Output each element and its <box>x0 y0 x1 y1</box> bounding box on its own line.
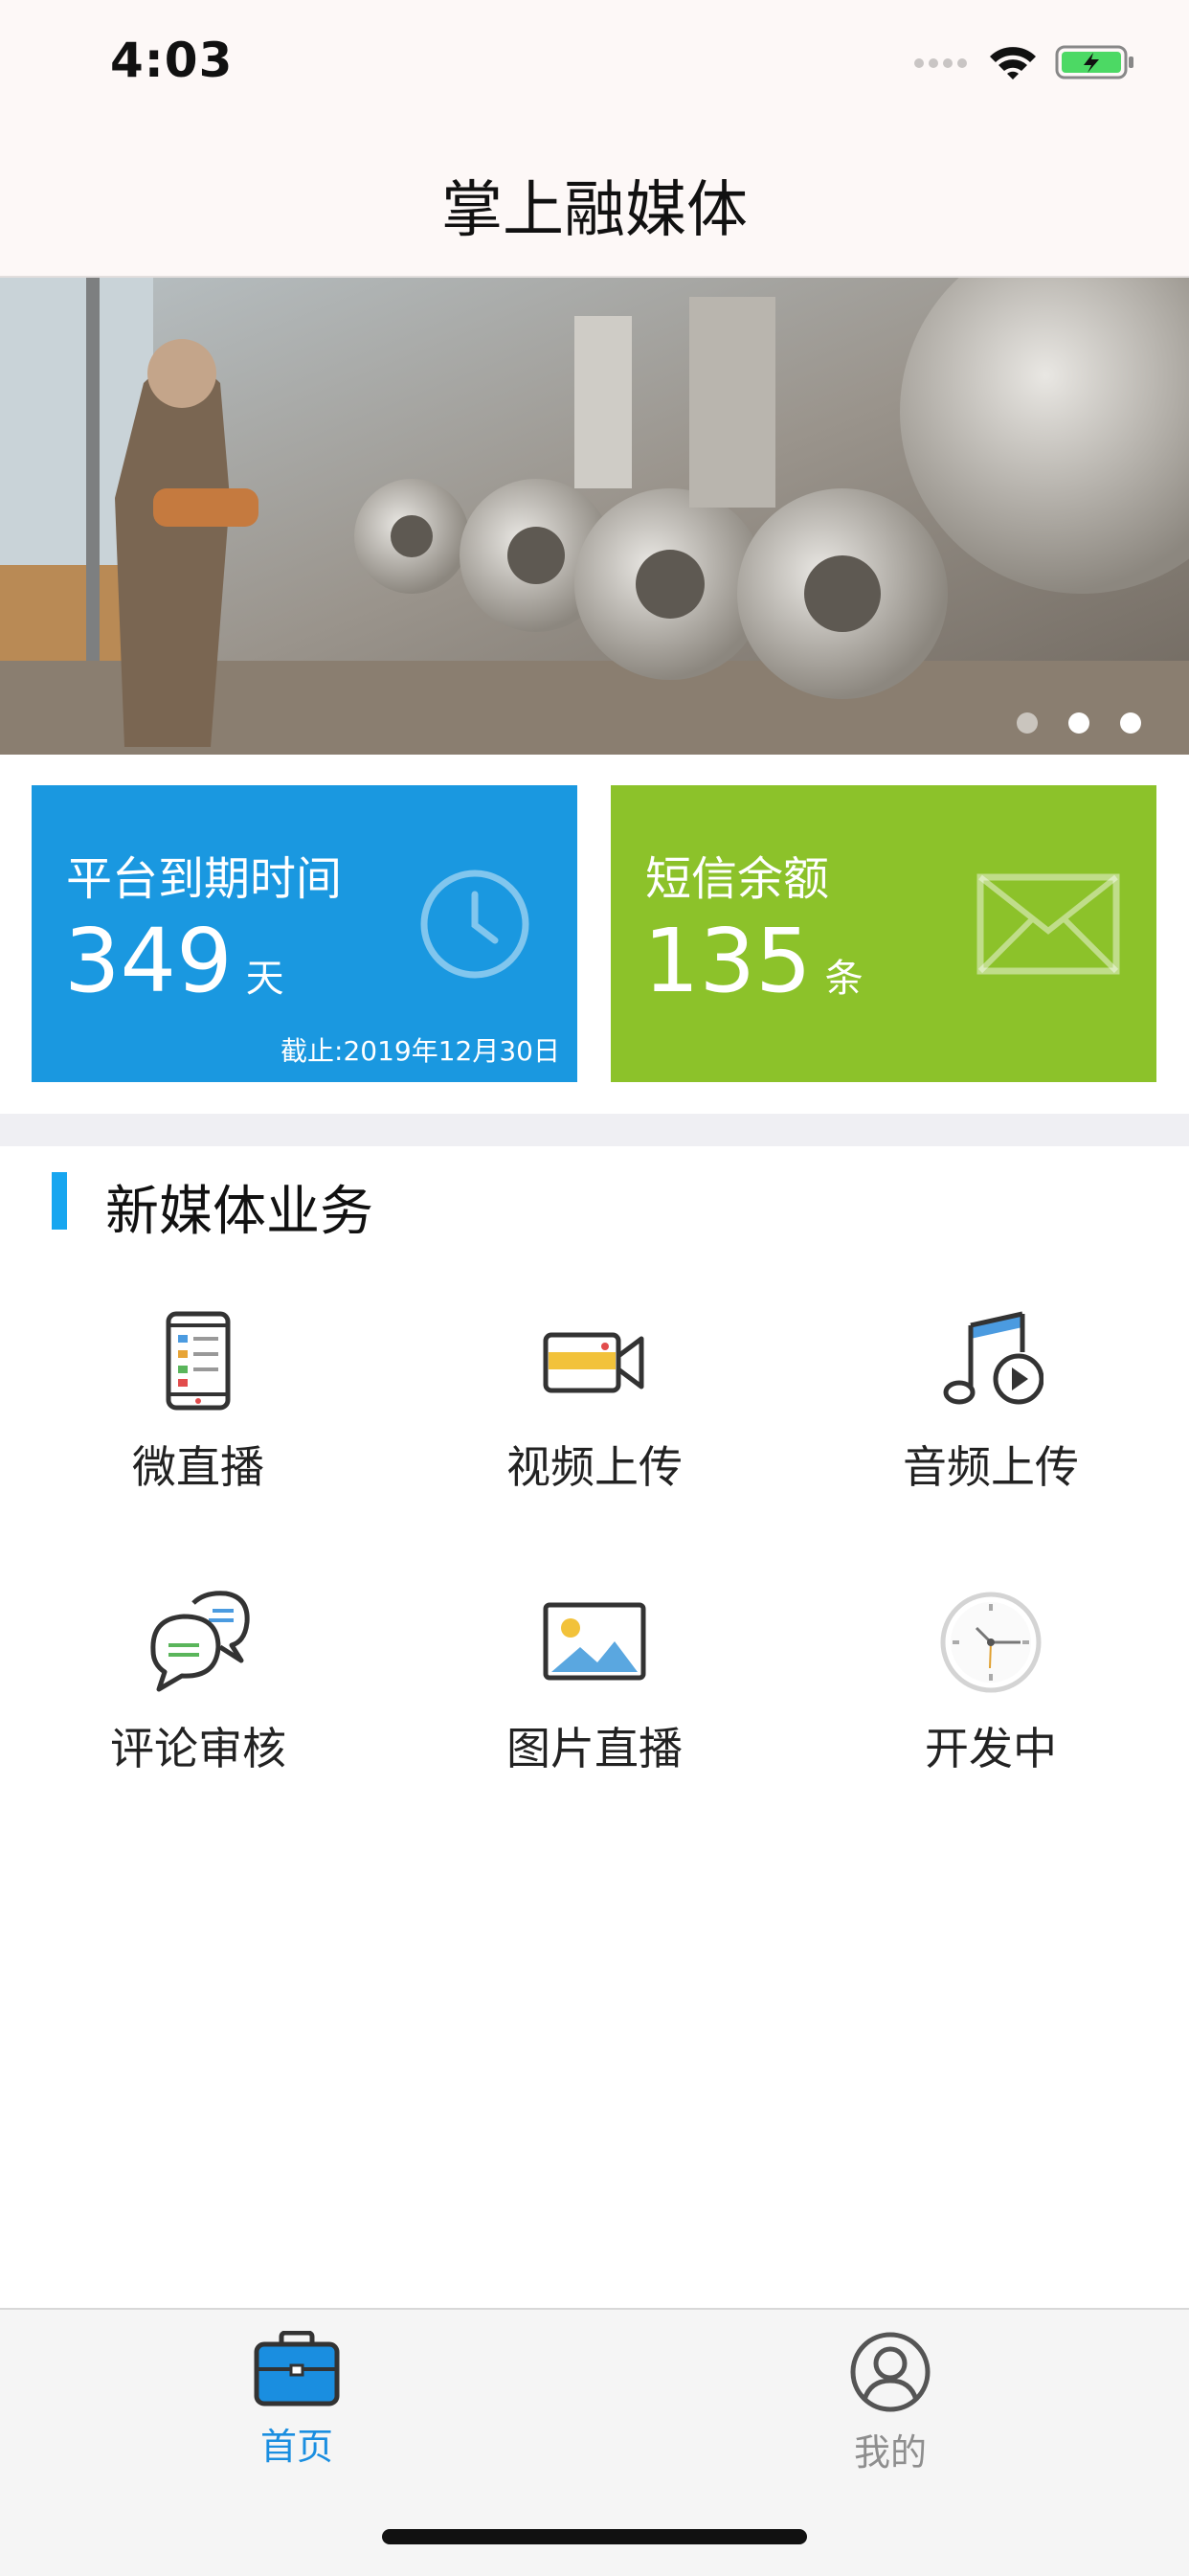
days-remaining: 349 <box>64 910 233 1012</box>
phone-live-icon <box>166 1311 231 1411</box>
status-time: 4:03 <box>110 33 234 88</box>
service-label: 开发中 <box>925 1723 1057 1774</box>
carousel-dot[interactable] <box>1120 712 1141 734</box>
service-label: 视频上传 <box>506 1441 683 1493</box>
wifi-icon <box>988 43 1038 85</box>
carousel-dots <box>1017 712 1141 734</box>
service-photo-live[interactable]: 图片直播 <box>396 1590 793 1829</box>
service-video-upload[interactable]: 视频上传 <box>396 1308 793 1548</box>
status-icons <box>913 40 1135 88</box>
section-divider <box>0 1114 1189 1146</box>
sms-remaining: 135 <box>643 910 812 1012</box>
carousel-dot[interactable] <box>1068 712 1089 734</box>
card-title: 平台到期时间 <box>66 852 343 906</box>
section-title: 新媒体业务 <box>105 1181 373 1243</box>
service-label: 评论审核 <box>110 1723 286 1774</box>
envelope-icon <box>976 873 1120 975</box>
top-bar: 4:03 掌上融媒体 <box>0 0 1189 278</box>
card-unit: 条 <box>824 957 864 1001</box>
carousel-dot[interactable] <box>1017 712 1038 734</box>
banner-carousel[interactable] <box>0 278 1189 755</box>
home-indicator[interactable] <box>382 2529 807 2544</box>
service-label: 音频上传 <box>903 1441 1079 1493</box>
user-icon <box>850 2332 931 2412</box>
briefcase-icon <box>254 2330 340 2407</box>
service-label: 图片直播 <box>506 1723 683 1774</box>
music-note-icon <box>943 1311 1043 1405</box>
service-weizhibo[interactable]: 微直播 <box>0 1308 396 1548</box>
clock-icon <box>420 870 529 979</box>
comment-bubbles-icon <box>150 1591 250 1692</box>
clock-icon <box>940 1592 1042 1693</box>
card-unit: 天 <box>245 957 284 1001</box>
card-title: 短信余额 <box>645 852 830 906</box>
service-comment-review[interactable]: 评论审核 <box>0 1590 396 1829</box>
service-in-development[interactable]: 开发中 <box>793 1590 1189 1829</box>
tab-label: 我的 <box>853 2431 927 2474</box>
picture-icon <box>543 1602 646 1681</box>
page-title: 掌上融媒体 <box>441 175 748 246</box>
signal-icon <box>913 56 971 74</box>
service-audio-upload[interactable]: 音频上传 <box>793 1308 1189 1548</box>
sms-balance-card[interactable]: 短信余额 135 条 <box>611 785 1156 1082</box>
section-accent-bar <box>52 1172 67 1230</box>
banner-image <box>0 278 1189 755</box>
tab-label: 首页 <box>259 2426 333 2468</box>
service-label: 微直播 <box>132 1441 264 1493</box>
tab-mine[interactable]: 我的 <box>785 2331 996 2475</box>
platform-expiry-card[interactable]: 平台到期时间 349 天 截止:2019年12月30日 <box>32 785 577 1082</box>
battery-icon <box>1055 43 1135 85</box>
video-camera-icon <box>543 1332 644 1393</box>
tab-home[interactable]: 首页 <box>191 2330 402 2470</box>
expiry-date: 截止:2019年12月30日 <box>280 1035 560 1067</box>
card-value: 349 天 <box>64 917 284 1006</box>
card-value: 135 条 <box>643 917 864 1006</box>
